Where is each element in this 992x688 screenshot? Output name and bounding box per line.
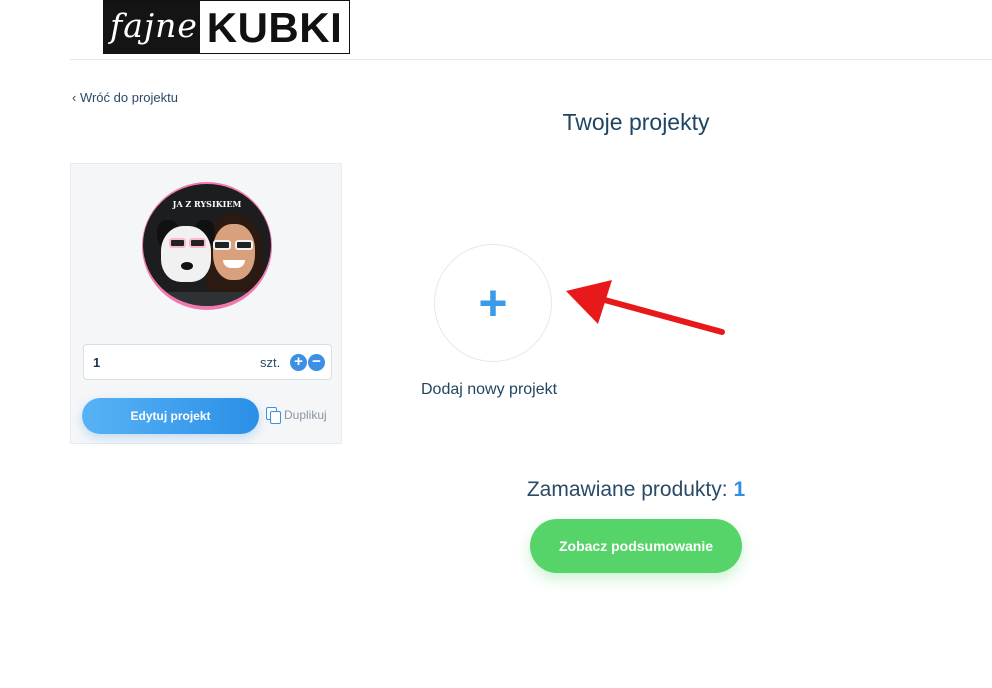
view-summary-button[interactable]: Zobacz podsumowanie (530, 519, 742, 573)
quantity-unit: szt. (260, 355, 281, 370)
header-divider (70, 59, 992, 60)
add-new-project-button[interactable]: + (434, 244, 552, 362)
logo-text-right: KUBKI (200, 1, 349, 53)
duplicate-label: Duplikuj (284, 408, 327, 422)
mug-caption: JA Z RYSIKIEM (172, 199, 242, 209)
project-card: JA Z RYSIKIEM 1 szt. + − Edytuj projekt … (70, 163, 342, 444)
quantity-field[interactable]: 1 szt. + − (83, 344, 332, 380)
add-new-project-label[interactable]: Dodaj nowy projekt (421, 381, 557, 399)
ordered-products-label: Zamawiane produkty: (526, 478, 728, 501)
mug-preview-image: JA Z RYSIKIEM (142, 182, 272, 310)
ordered-products: Zamawiane produkty: 1 (0, 478, 992, 502)
logo-text-left: fajne (104, 1, 200, 53)
edit-project-button[interactable]: Edytuj projekt (82, 398, 259, 434)
quantity-plus-icon[interactable]: + (290, 354, 307, 371)
duplicate-project-link[interactable]: Duplikuj (266, 407, 327, 424)
logo[interactable]: fajne KUBKI (103, 0, 350, 54)
page-title: Twoje projekty (562, 109, 710, 135)
quantity-value[interactable]: 1 (93, 355, 100, 370)
plus-icon: + (478, 275, 508, 331)
copy-icon (266, 407, 281, 424)
back-to-project-link[interactable]: ‹ Wróć do projektu (72, 90, 178, 105)
ordered-products-count: 1 (733, 478, 746, 501)
red-arrow-annotation (566, 280, 725, 335)
quantity-minus-icon[interactable]: − (308, 354, 325, 371)
